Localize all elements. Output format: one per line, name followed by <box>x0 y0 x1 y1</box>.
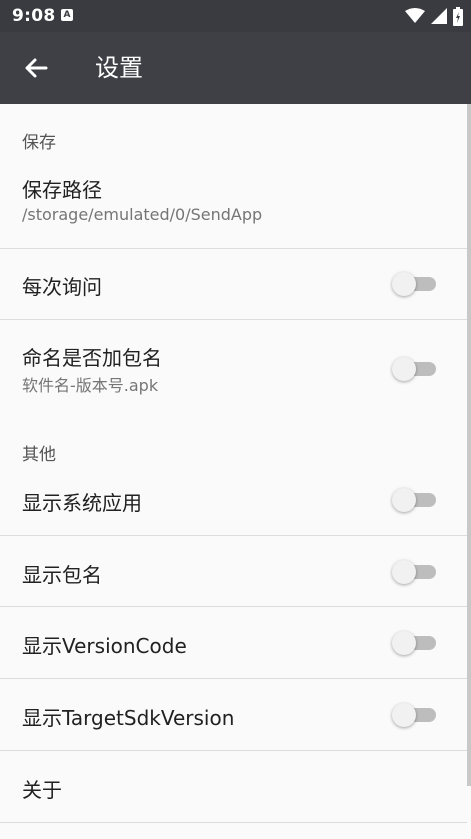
arrow-left-icon <box>25 58 48 78</box>
pref-show-target-sdk-title: 显示TargetSdkVersion <box>22 706 235 730</box>
status-time: 9:08 <box>12 6 56 26</box>
pref-save-path[interactable]: 保存路径 /storage/emulated/0/SendApp <box>0 160 467 248</box>
pref-about-title: 关于 <box>22 778 62 802</box>
pref-show-target-sdk[interactable]: 显示TargetSdkVersion <box>0 679 467 750</box>
divider <box>0 822 467 823</box>
pref-about[interactable]: 关于 <box>0 751 467 822</box>
pref-append-package-summary: 软件名-版本号.apk <box>22 376 159 395</box>
switch-thumb <box>392 560 416 584</box>
ask-each-time-switch[interactable] <box>392 270 438 296</box>
notification-badge-icon: A <box>61 9 73 21</box>
switch-thumb <box>392 272 416 296</box>
back-button[interactable] <box>20 54 52 82</box>
show-system-apps-switch[interactable] <box>392 486 438 512</box>
scrollbar[interactable] <box>467 104 471 786</box>
show-version-code-switch[interactable] <box>392 629 438 655</box>
show-target-sdk-switch[interactable] <box>392 701 438 727</box>
append-package-switch[interactable] <box>392 355 438 381</box>
pref-show-version-code[interactable]: 显示VersionCode <box>0 607 467 678</box>
status-bar: 9:08 A <box>0 0 471 32</box>
pref-append-package[interactable]: 命名是否加包名 软件名-版本号.apk <box>0 320 467 420</box>
switch-thumb <box>392 488 416 512</box>
pref-show-system-apps[interactable]: 显示系统应用 <box>0 464 467 534</box>
app-toolbar: 设置 <box>0 32 471 104</box>
wifi-icon <box>405 8 425 23</box>
pref-append-package-title: 命名是否加包名 <box>22 346 162 370</box>
pref-show-system-apps-title: 显示系统应用 <box>22 491 142 515</box>
pref-ask-each-time-title: 每次询问 <box>22 275 102 299</box>
pref-save-path-summary: /storage/emulated/0/SendApp <box>22 205 263 224</box>
pref-show-version-code-title: 显示VersionCode <box>22 634 187 658</box>
pref-save-path-title: 保存路径 <box>22 178 102 202</box>
system-icons <box>405 6 463 26</box>
switch-thumb <box>392 631 416 655</box>
section-header-save: 保存 <box>22 133 56 153</box>
pref-show-package-name-title: 显示包名 <box>22 563 102 587</box>
battery-icon <box>453 6 463 26</box>
show-package-name-switch[interactable] <box>392 558 438 584</box>
switch-thumb <box>392 703 416 727</box>
page-title: 设置 <box>95 54 143 82</box>
signal-icon <box>431 8 447 24</box>
section-header-other: 其他 <box>22 445 56 465</box>
switch-thumb <box>392 357 416 381</box>
pref-ask-each-time[interactable]: 每次询问 <box>0 249 467 319</box>
pref-show-package-name[interactable]: 显示包名 <box>0 536 467 606</box>
